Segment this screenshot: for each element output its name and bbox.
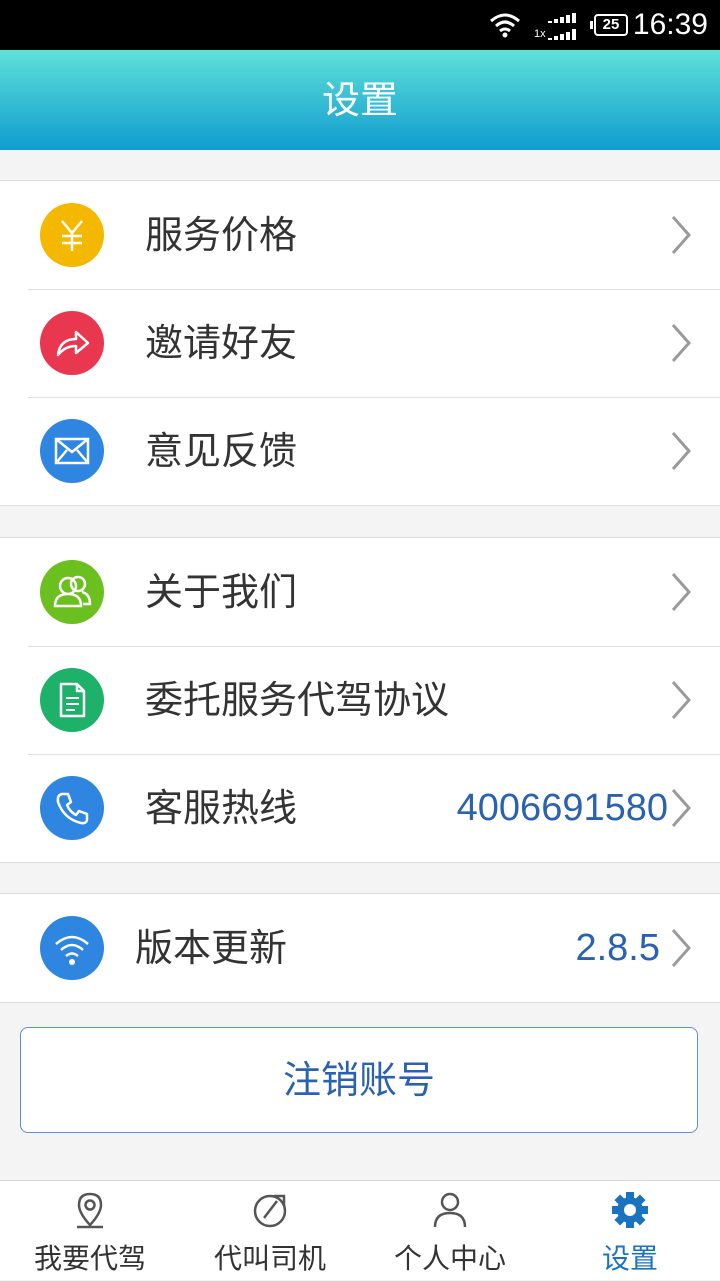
row-hotline[interactable]: 客服热线 4006691580: [0, 754, 720, 862]
tab-call-driver[interactable]: 代叫司机: [180, 1181, 360, 1281]
chevron-right-icon: [671, 789, 692, 827]
tab-label: 个人中心: [393, 1242, 506, 1275]
chevron-right-icon: [671, 216, 692, 254]
status-bar: 1x 25 16:39: [0, 0, 720, 50]
gear-icon: [612, 1192, 648, 1228]
settings-group-3: 版本更新 2.8.5: [0, 893, 720, 1003]
chevron-right-icon: [671, 929, 692, 967]
row-invite-friends[interactable]: 邀请好友: [0, 289, 720, 397]
chevron-right-icon: [671, 324, 692, 362]
person-icon: [433, 1192, 467, 1228]
bottom-tab-bar: 我要代驾 代叫司机 个人中心 设置: [0, 1180, 720, 1280]
mail-icon: [40, 419, 104, 483]
header: 设置: [0, 50, 720, 150]
signal-icon: [548, 13, 576, 40]
compass-icon: [253, 1194, 287, 1228]
chevron-right-icon: [671, 681, 692, 719]
tab-label: 代叫司机: [213, 1242, 326, 1275]
settings-group-1: 服务价格 邀请好友 意见反馈: [0, 180, 720, 506]
row-about-us[interactable]: 关于我们: [0, 538, 720, 646]
share-icon: [40, 311, 104, 375]
settings-group-2: 关于我们 委托服务代驾协议 客服热线 4006691580: [0, 537, 720, 863]
row-label: 关于我们: [145, 570, 298, 614]
tab-personal-center[interactable]: 个人中心: [360, 1181, 540, 1281]
logout-button[interactable]: 注销账号: [20, 1027, 698, 1133]
row-label: 邀请好友: [145, 321, 298, 365]
battery-indicator: 25: [590, 14, 628, 36]
tab-label: 设置: [601, 1242, 658, 1275]
location-icon: [77, 1192, 103, 1229]
chevron-right-icon: [671, 573, 692, 611]
people-icon: [40, 560, 104, 624]
tab-label: 我要代驾: [33, 1242, 146, 1275]
tab-request-driver[interactable]: 我要代驾: [0, 1181, 180, 1281]
row-label: 委托服务代驾协议: [145, 678, 450, 722]
page-title: 设置: [321, 78, 398, 122]
row-service-price[interactable]: 服务价格: [0, 181, 720, 289]
wifi-status-icon: [490, 13, 520, 38]
document-icon: [40, 668, 104, 732]
row-label: 版本更新: [135, 926, 288, 970]
version-number: 2.8.5: [575, 927, 660, 969]
tab-settings[interactable]: 设置: [540, 1181, 720, 1281]
row-version-update[interactable]: 版本更新 2.8.5: [0, 894, 720, 1002]
phone-icon: [40, 776, 104, 840]
wifi-icon: [40, 916, 104, 980]
row-label: 意见反馈: [145, 429, 298, 473]
chevron-right-icon: [671, 432, 692, 470]
yuan-icon: [40, 203, 104, 267]
row-agreement[interactable]: 委托服务代驾协议: [0, 646, 720, 754]
clock: 16:39: [632, 8, 708, 41]
row-label: 客服热线: [145, 786, 298, 830]
hotline-number: 4006691580: [456, 787, 668, 829]
row-label: 服务价格: [145, 213, 298, 257]
row-feedback[interactable]: 意见反馈: [0, 397, 720, 505]
